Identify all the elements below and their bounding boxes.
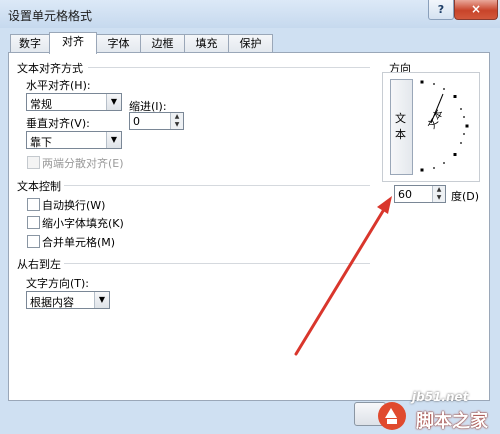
watermark-url: jb51.net bbox=[412, 390, 469, 404]
watermark-name: 脚本之家 bbox=[416, 411, 488, 432]
annotation-arrow bbox=[294, 196, 392, 356]
watermark-logo-icon bbox=[378, 402, 406, 430]
format-cells-dialog: 设置单元格格式 ? × 数字 对齐 字体 边框 填充 保护 文本对齐方式 水平对… bbox=[0, 0, 500, 434]
tab-alignment[interactable]: 对齐 bbox=[49, 32, 97, 54]
